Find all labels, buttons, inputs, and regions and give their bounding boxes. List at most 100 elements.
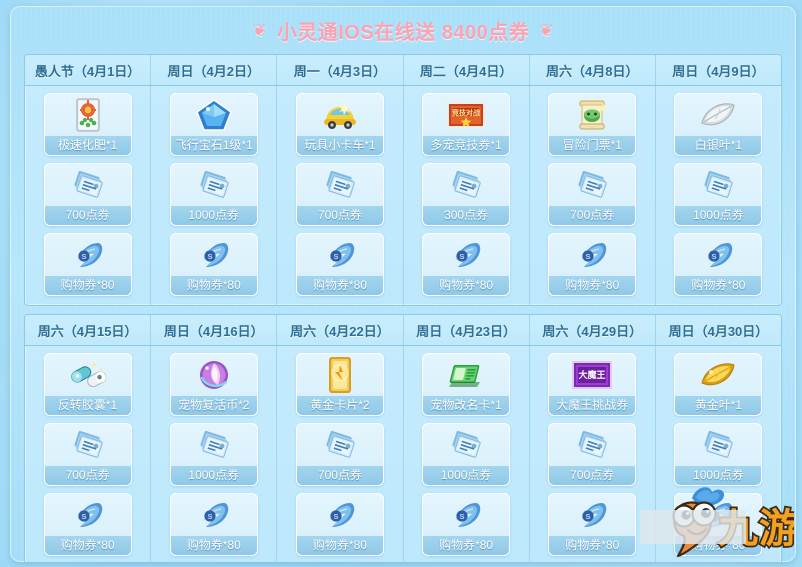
reward-item[interactable]: 宠物改名卡*1 xyxy=(422,353,511,416)
day-header-row: 愚人节（4月1日） 周日（4月2日） 周一（4月3日） 周二（4月4日） 周六（4月8日… xyxy=(25,55,781,86)
reward-item-label: 白银叶*1 xyxy=(675,136,762,155)
reward-item[interactable]: 1000点券 xyxy=(674,163,763,226)
promo-page-frame: ❦ 小灵通IOS在线送 8400点券 ❦ 愚人节（4月1日） 周日（4月2日） 周一… xyxy=(10,6,796,562)
reward-item[interactable]: 1000点券 xyxy=(422,423,511,486)
reward-item[interactable]: 飞行宝石1级*1 xyxy=(169,93,258,156)
reward-item[interactable]: S 购物券*80 xyxy=(295,493,384,556)
point-ticket-icon xyxy=(675,424,761,466)
reward-item[interactable]: 宠物复活币*2 xyxy=(169,353,258,416)
reward-item-label: 700点券 xyxy=(296,206,383,225)
svg-text:S: S xyxy=(586,252,591,261)
reward-item[interactable]: 冒险门票*1 xyxy=(548,93,637,156)
day-column: 白银叶*1 1000点券 S 购物券*80 xyxy=(656,86,781,305)
day-column-header: 周日（4月2日） xyxy=(151,55,278,85)
day-column-header: 周日（4月9日） xyxy=(655,55,781,85)
day-label: 周六（4月29日） xyxy=(529,315,655,345)
reward-cell: S 购物券*80 xyxy=(151,226,276,305)
shopping-voucher-icon: S xyxy=(423,494,509,536)
gold-card-icon xyxy=(297,354,383,396)
reward-item[interactable]: S 购物券*80 xyxy=(422,493,511,556)
reward-cell: 冒险门票*1 xyxy=(530,86,655,156)
reward-item[interactable]: S 购物券*80 xyxy=(548,493,637,556)
reward-item-label: 1000点券 xyxy=(423,466,510,485)
reward-item-label: 冒险门票*1 xyxy=(549,136,636,155)
reward-cell: 宠物改名卡*1 xyxy=(404,346,529,416)
reward-item[interactable]: 700点券 xyxy=(548,163,637,226)
page-title: 小灵通IOS在线送 8400点券 xyxy=(276,21,530,44)
reward-cell: S 购物券*80 xyxy=(404,486,529,562)
reward-item[interactable]: 1000点券 xyxy=(674,423,763,486)
reward-item-label: 购物券*80 xyxy=(44,536,131,555)
reward-item[interactable]: S 购物券*80 xyxy=(43,233,132,296)
reward-cell: 竞技对战 多宠竞技券*1 xyxy=(404,86,529,156)
svg-text:大魔王: 大魔王 xyxy=(579,369,606,380)
day-column-header: 周六（4月8日） xyxy=(529,55,656,85)
reward-item-label: 购物券*80 xyxy=(296,536,383,555)
reward-item[interactable]: S 购物券*80 xyxy=(169,233,258,296)
reward-item[interactable]: 黄金叶*1 xyxy=(674,353,763,416)
reward-item[interactable]: 1000点券 xyxy=(169,423,258,486)
banner-deco-left-icon: ❦ xyxy=(252,20,267,40)
shopping-voucher-icon: S xyxy=(171,494,257,536)
day-column: 飞行宝石1级*1 1000点券 S 购物券*80 xyxy=(151,86,278,305)
reward-item-label: 300点券 xyxy=(423,206,510,225)
adventure-scroll-icon xyxy=(549,94,635,136)
reward-item[interactable]: 竞技对战 多宠竞技券*1 xyxy=(422,93,511,156)
reward-item-label: 玩具小卡车*1 xyxy=(296,136,383,155)
shopping-voucher-icon: S xyxy=(549,494,635,536)
day-column-header: 周六（4月22日） xyxy=(277,315,404,345)
reward-item-label: 飞行宝石1级*1 xyxy=(170,136,257,155)
reward-item[interactable]: 1000点券 xyxy=(169,163,258,226)
reward-item[interactable]: 反转胶囊*1 xyxy=(43,353,132,416)
reward-item-label: 1000点券 xyxy=(675,206,762,225)
reward-cell: 宠物复活币*2 xyxy=(151,346,276,416)
reward-cell: S 购物券*80 xyxy=(151,486,276,562)
reward-item-label: 黄金叶*1 xyxy=(675,396,762,415)
reward-item[interactable]: S 购物券*80 xyxy=(295,233,384,296)
reward-item[interactable]: 黄金卡片*2 xyxy=(295,353,384,416)
reward-item[interactable]: 300点券 xyxy=(422,163,511,226)
point-ticket-icon xyxy=(423,424,509,466)
reward-item[interactable]: 700点券 xyxy=(43,163,132,226)
reward-item[interactable]: 700点券 xyxy=(43,423,132,486)
reward-item[interactable]: S 购物券*80 xyxy=(422,233,511,296)
reward-item[interactable]: 700点券 xyxy=(295,163,384,226)
reward-item[interactable]: S 购物券*80 xyxy=(548,233,637,296)
reward-item[interactable]: S 购物券*80 xyxy=(43,493,132,556)
day-column-header: 愚人节（4月1日） xyxy=(25,55,152,85)
day-column: 竞技对战 多宠竞技券*1 300点券 S 购物券*80 xyxy=(404,86,530,305)
reward-cell: 1000点券 xyxy=(656,156,781,226)
gold-leaf-icon xyxy=(675,354,761,396)
day-column-header: 周六（4月29日） xyxy=(529,315,656,345)
reward-item-label: 反转胶囊*1 xyxy=(44,396,131,415)
reward-item[interactable]: 白银叶*1 xyxy=(674,93,763,156)
reward-item-label: 购物券*80 xyxy=(170,276,257,295)
flight-gem-icon xyxy=(171,94,257,136)
day-label: 周六（4月15日） xyxy=(25,315,151,345)
reward-item-label: 购物券*80 xyxy=(44,276,131,295)
reward-cell: S 购物券*80 xyxy=(530,226,655,305)
reward-cell: 玩具小卡车*1 xyxy=(277,86,402,156)
point-ticket-icon xyxy=(297,424,383,466)
reward-item[interactable]: 大魔王 大魔王挑战券 xyxy=(548,353,637,416)
reward-item[interactable]: 700点券 xyxy=(548,423,637,486)
reward-block: 愚人节（4月1日） 周日（4月2日） 周一（4月3日） 周二（4月4日） 周六（4月8日… xyxy=(24,54,782,306)
reward-item[interactable]: 700点券 xyxy=(295,423,384,486)
reward-cell: S 购物券*80 xyxy=(25,226,150,305)
day-label: 周二（4月4日） xyxy=(403,55,529,85)
point-ticket-icon xyxy=(297,164,383,206)
reward-item[interactable]: 极速化肥*1 xyxy=(43,93,132,156)
day-label: 周日（4月16日） xyxy=(151,315,277,345)
reward-cell: 300点券 xyxy=(404,156,529,226)
reward-cell: S 购物券*80 xyxy=(656,486,781,562)
reward-cell: 黄金叶*1 xyxy=(656,346,781,416)
point-ticket-icon xyxy=(675,164,761,206)
reward-item[interactable]: S 购物券*80 xyxy=(169,493,258,556)
reward-item[interactable]: S 购物券*80 xyxy=(674,233,763,296)
reward-cell: 700点券 xyxy=(25,416,150,486)
reward-item[interactable]: S 购物券*80 xyxy=(674,493,763,556)
svg-text:S: S xyxy=(460,512,465,521)
shopping-voucher-icon: S xyxy=(675,234,761,276)
day-label: 周六（4月22日） xyxy=(277,315,403,345)
reward-item[interactable]: 玩具小卡车*1 xyxy=(295,93,384,156)
